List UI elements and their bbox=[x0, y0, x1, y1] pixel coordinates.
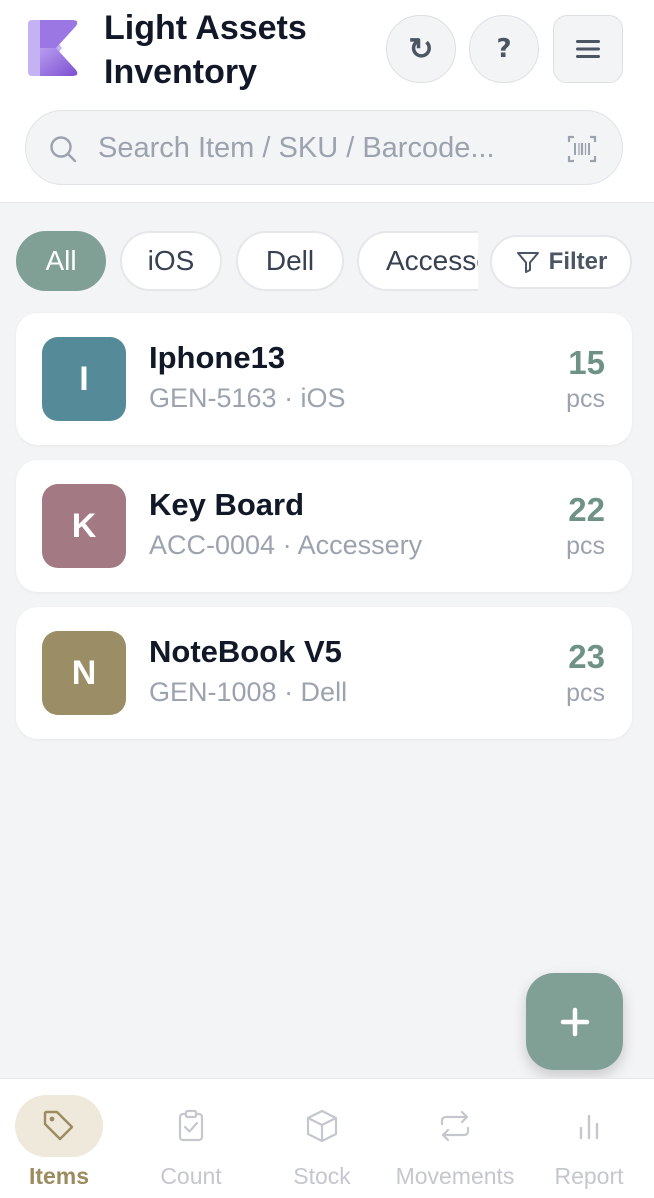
item-quantity: 22 bbox=[568, 491, 605, 528]
item-card[interactable]: I Iphone13 GEN-5163 · iOS 15 pcs bbox=[16, 313, 632, 445]
item-sku: GEN-1008 · Dell bbox=[149, 677, 348, 707]
tab-icon-container bbox=[15, 1095, 103, 1157]
item-quantity: 23 bbox=[568, 638, 605, 675]
app-logo bbox=[28, 20, 78, 76]
item-unit: pcs bbox=[566, 679, 605, 707]
chip-dell[interactable]: Dell bbox=[236, 231, 344, 291]
item-avatar: N bbox=[42, 631, 126, 715]
search-bar bbox=[25, 110, 623, 185]
item-quantity: 15 bbox=[568, 344, 605, 381]
help-button[interactable]: ? bbox=[469, 15, 539, 83]
tab-label: Count bbox=[160, 1163, 222, 1189]
item-card[interactable]: K Key Board ACC-0004 · Accessery 22 pcs bbox=[16, 460, 632, 592]
search-input[interactable] bbox=[98, 125, 548, 171]
chip-ios[interactable]: iOS bbox=[120, 231, 222, 291]
plus-icon bbox=[560, 1007, 589, 1036]
add-item-button[interactable] bbox=[526, 973, 623, 1070]
chip-label: Accessery bbox=[386, 245, 478, 276]
chip-all[interactable]: All bbox=[16, 231, 106, 291]
transfer-arrows-icon bbox=[440, 1110, 470, 1142]
tab-label: Report bbox=[554, 1163, 624, 1189]
tag-icon bbox=[43, 1110, 74, 1141]
filter-label: Filter bbox=[548, 248, 608, 275]
clipboard-check-icon bbox=[178, 1109, 204, 1142]
chip-label: iOS bbox=[147, 245, 195, 276]
tab-label: Movements bbox=[395, 1163, 515, 1189]
item-avatar: K bbox=[42, 484, 126, 568]
chip-label: All bbox=[45, 245, 77, 276]
item-sku: ACC-0004 · Accessery bbox=[149, 530, 423, 560]
item-sku: GEN-5163 · iOS bbox=[149, 383, 346, 413]
item-card[interactable]: N NoteBook V5 GEN-1008 · Dell 23 pcs bbox=[16, 607, 632, 739]
search-icon bbox=[50, 136, 77, 163]
app-title: Light Assets Inventory bbox=[104, 9, 307, 91]
menu-icon bbox=[576, 40, 600, 58]
item-avatar: I bbox=[42, 337, 126, 421]
bar-chart-icon bbox=[579, 1114, 599, 1140]
item-name: Key Board bbox=[149, 487, 305, 522]
tab-icon-container bbox=[278, 1095, 366, 1157]
bottom-tab-bar: Items Count Stock Movements Report bbox=[0, 1078, 654, 1198]
item-name: NoteBook V5 bbox=[149, 634, 342, 669]
tab-stock[interactable]: Stock bbox=[257, 1095, 387, 1198]
category-chips: All iOS Dell Accessery bbox=[16, 231, 478, 291]
item-unit: pcs bbox=[566, 385, 605, 413]
chip-label: Dell bbox=[265, 245, 315, 276]
box-icon bbox=[306, 1109, 338, 1143]
tab-items[interactable]: Items bbox=[0, 1095, 124, 1198]
refresh-icon: ↻ bbox=[408, 32, 434, 66]
app-header: Light Assets Inventory ↻ ? bbox=[0, 0, 654, 203]
item-name: Iphone13 bbox=[149, 340, 286, 375]
filter-button[interactable]: Filter bbox=[490, 235, 632, 289]
help-icon: ? bbox=[496, 34, 512, 64]
tab-movements[interactable]: Movements bbox=[390, 1095, 520, 1198]
item-unit: pcs bbox=[566, 532, 605, 560]
tab-icon-container bbox=[545, 1095, 633, 1157]
tab-report[interactable]: Report bbox=[524, 1095, 654, 1198]
tab-icon-container bbox=[147, 1095, 235, 1157]
menu-button[interactable] bbox=[553, 15, 623, 83]
refresh-button[interactable]: ↻ bbox=[386, 15, 456, 83]
tab-icon-container bbox=[411, 1095, 499, 1157]
tab-label: Stock bbox=[293, 1163, 351, 1189]
filter-icon bbox=[516, 252, 539, 273]
tab-label: Items bbox=[28, 1163, 90, 1189]
tab-count[interactable]: Count bbox=[126, 1095, 256, 1198]
barcode-scan-icon[interactable] bbox=[566, 133, 598, 165]
chip-accessery[interactable]: Accessery bbox=[357, 231, 478, 291]
